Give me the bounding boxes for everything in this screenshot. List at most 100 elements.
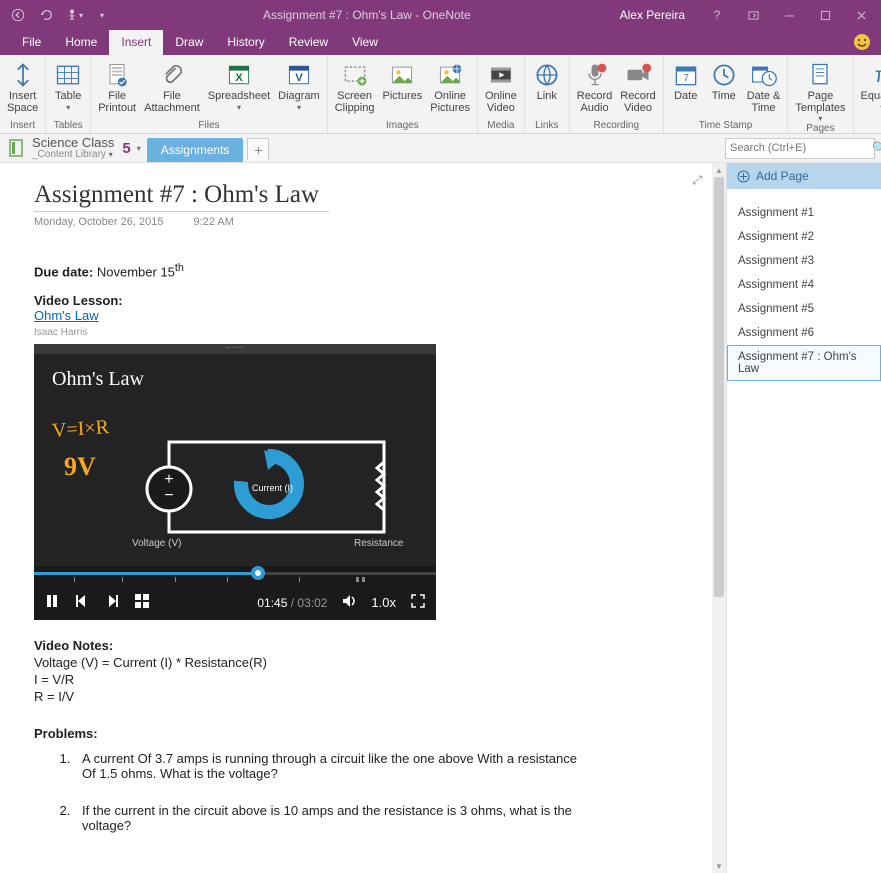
circuit-diagram: + − Voltage (V) Current (I) Resistance (… — [114, 434, 404, 554]
notes-line: I = V/R — [34, 672, 684, 689]
menu-draw[interactable]: Draw — [163, 30, 215, 55]
video-duration: 03:02 — [297, 596, 327, 610]
ribbon-page-templates[interactable]: Page Templates▾ — [791, 57, 849, 123]
menu-insert[interactable]: Insert — [109, 30, 163, 55]
ribbon-spreadsheet[interactable]: XSpreadsheet▾ — [204, 57, 274, 120]
svg-text:−: − — [164, 487, 173, 504]
page-time: 9:22 AM — [193, 216, 233, 228]
video-voltage-handwritten: 9V — [64, 452, 96, 482]
ribbon-date[interactable]: 7Date — [667, 57, 705, 120]
section-tab[interactable]: Assignments — [147, 138, 244, 162]
ribbon-diagram[interactable]: VDiagram▾ — [274, 57, 324, 120]
notebook-icon — [8, 138, 26, 158]
undo-icon[interactable] — [34, 3, 58, 27]
notes-line: R = I/V — [34, 689, 684, 706]
menu-review[interactable]: Review — [277, 30, 340, 55]
page-list-item[interactable]: Assignment #7 : Ohm's Law — [727, 345, 881, 381]
back-icon[interactable] — [6, 3, 30, 27]
qat-customize-icon[interactable]: ▾ — [90, 3, 114, 27]
page-list-panel: Add Page Assignment #1Assignment #2Assig… — [726, 163, 881, 873]
feedback-smiley-icon[interactable] — [851, 31, 873, 53]
ribbon-time[interactable]: Time — [705, 57, 743, 120]
ribbon-online-pictures[interactable]: Online Pictures — [426, 57, 474, 120]
add-page-button[interactable]: Add Page — [727, 163, 881, 189]
ribbon: Insert SpaceInsertTable▾TablesFile Print… — [0, 55, 881, 134]
page-list-item[interactable]: Assignment #3 — [727, 249, 881, 273]
due-date-line: Due date: November 15th — [34, 262, 684, 279]
page-list-item[interactable]: Assignment #1 — [727, 201, 881, 225]
ribbon-equation[interactable]: πEquation▾ — [857, 57, 881, 120]
video-author: Isaac Harris — [34, 327, 87, 338]
touch-mode-icon[interactable]: ▾ — [62, 3, 86, 27]
add-page-icon — [737, 170, 750, 183]
svg-text:Resistance (R): Resistance (R) — [354, 538, 404, 549]
video-title: Ohm's Law — [52, 368, 418, 391]
ribbon-date-time[interactable]: Date & Time — [743, 57, 785, 120]
menu-home[interactable]: Home — [53, 30, 109, 55]
video-fullscreen-button[interactable] — [410, 593, 426, 612]
video-link[interactable]: Ohm's Law — [34, 308, 99, 323]
video-prev-button[interactable] — [74, 593, 90, 612]
minimize-icon[interactable] — [775, 3, 803, 27]
ribbon-screen-clipping[interactable]: Screen Clipping — [331, 57, 379, 120]
page-list-item[interactable]: Assignment #2 — [727, 225, 881, 249]
ribbon-file-attachment[interactable]: File Attachment — [140, 57, 204, 120]
menu-bar: FileHomeInsertDrawHistoryReviewView — [0, 30, 881, 55]
ribbon-pictures[interactable]: Pictures — [378, 57, 426, 120]
search-icon[interactable]: 🔍 — [872, 141, 881, 155]
problems-label: Problems: — [34, 726, 684, 741]
video-formula: V=I×R — [51, 416, 109, 443]
content-library: _Content Library — [32, 149, 106, 160]
help-icon[interactable]: ? — [703, 3, 731, 27]
search-input[interactable] — [730, 142, 872, 154]
page-list-item[interactable]: Assignment #6 — [727, 321, 881, 345]
svg-text:π: π — [875, 64, 881, 87]
notebook-name: Science Class — [32, 136, 114, 149]
notes-line: Voltage (V) = Current (I) * Resistance(R… — [34, 655, 684, 672]
user-name[interactable]: Alex Pereira — [620, 8, 685, 22]
video-drag-handle[interactable]: ┄┄┄ — [34, 344, 436, 354]
video-chapters-button[interactable] — [134, 593, 150, 612]
video-volume-button[interactable] — [341, 593, 357, 612]
notes-label: Video Notes: — [34, 638, 684, 653]
ribbon-record-audio[interactable]: Record Audio — [573, 57, 616, 120]
ribbon-record-video[interactable]: Record Video — [616, 57, 659, 120]
video-pause-button[interactable] — [44, 593, 60, 612]
ribbon-file-printout[interactable]: File Printout — [94, 57, 140, 120]
video-next-button[interactable] — [104, 593, 120, 612]
page-scrollbar[interactable]: ▲ ▼ — [712, 163, 726, 873]
notebook-bar: Science Class _Content Library ▾ 5 ▾ Ass… — [0, 134, 881, 163]
ribbon-table[interactable]: Table▾ — [49, 57, 87, 120]
window-title: Assignment #7 : Ohm's Law - OneNote — [114, 8, 620, 22]
page-list-item[interactable]: Assignment #5 — [727, 297, 881, 321]
problem-item: A current Of 3.7 amps is running through… — [74, 751, 594, 781]
ribbon-link[interactable]: Link — [528, 57, 566, 120]
video-player[interactable]: ┄┄┄ Ohm's Law V=I×R 9V + − Voltage (V) — [34, 344, 436, 620]
search-box[interactable]: 🔍▾ — [725, 138, 875, 159]
page-list-item[interactable]: Assignment #4 — [727, 273, 881, 297]
video-speed[interactable]: 1.0x — [371, 595, 396, 610]
notebook-picker[interactable]: Science Class _Content Library ▾ 5 ▾ — [0, 136, 141, 160]
ribbon-display-icon[interactable] — [739, 3, 767, 27]
menu-history[interactable]: History — [215, 30, 276, 55]
svg-text:Voltage (V): Voltage (V) — [132, 538, 181, 549]
fullscreen-icon[interactable]: ⤢ — [692, 173, 702, 188]
add-section-button[interactable]: + — [247, 138, 269, 160]
notebook-sync-badge: 5 — [122, 140, 130, 157]
ribbon-insert-space[interactable]: Insert Space — [3, 57, 42, 120]
title-bar: ▾ ▾ Assignment #7 : Ohm's Law - OneNote … — [0, 0, 881, 30]
close-icon[interactable] — [847, 3, 875, 27]
video-lesson-label: Video Lesson: — [34, 293, 123, 308]
menu-view[interactable]: View — [340, 30, 390, 55]
page-title[interactable]: Assignment #7 : Ohm's Law — [34, 181, 684, 209]
svg-text:X: X — [235, 72, 243, 84]
video-current-time: 01:45 — [257, 596, 287, 610]
page-date: Monday, October 26, 2015 — [34, 216, 163, 228]
page-canvas[interactable]: ⤢ Assignment #7 : Ohm's Law Monday, Octo… — [0, 163, 712, 873]
maximize-icon[interactable] — [811, 3, 839, 27]
menu-file[interactable]: File — [10, 30, 53, 55]
ribbon-online-video[interactable]: Online Video — [481, 57, 521, 120]
problem-item: If the current in the circuit above is 1… — [74, 803, 594, 833]
svg-text:+: + — [164, 471, 173, 488]
svg-text:7: 7 — [683, 72, 689, 84]
